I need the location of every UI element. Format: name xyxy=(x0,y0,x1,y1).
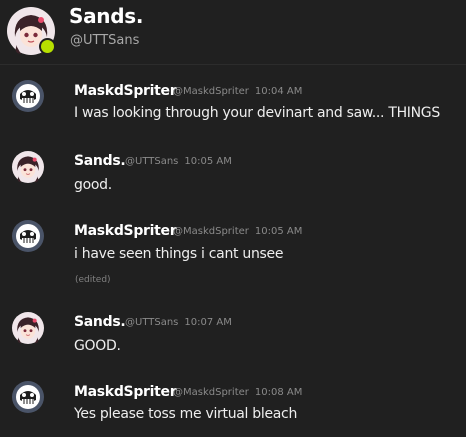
skull-avatar[interactable] xyxy=(12,381,44,413)
message-text: i have seen things i cant unsee xyxy=(74,246,284,262)
message-handle: @MaskdSpriter xyxy=(173,387,249,398)
message-text: GOOD. xyxy=(74,338,121,354)
message-meta: @UTTSans 10:05 AM xyxy=(125,156,232,167)
message-author[interactable]: Sands. xyxy=(74,314,126,330)
message-author[interactable]: Sands. xyxy=(74,153,126,169)
message-time: 10:08 AM xyxy=(254,387,303,398)
message-time: 10:05 AM xyxy=(184,156,232,167)
anime-girl-avatar[interactable] xyxy=(12,312,44,344)
message-meta: @MaskdSpriter 10:05 AM xyxy=(173,226,302,237)
header-divider xyxy=(0,64,466,65)
message-meta: @UTTSans 10:07 AM xyxy=(125,317,232,328)
message-author[interactable]: MaskdSpriter xyxy=(74,83,177,99)
online-status-icon xyxy=(39,38,56,55)
skull-avatar[interactable] xyxy=(12,80,44,112)
skull-avatar[interactable] xyxy=(12,220,44,252)
message-author[interactable]: MaskdSpriter xyxy=(74,223,177,239)
message-author[interactable]: MaskdSpriter xyxy=(74,384,177,400)
message-text: Yes please toss me virtual bleach xyxy=(74,406,298,422)
message-text: I was looking through your devinart and … xyxy=(74,105,440,121)
dm-header: Sands. @UTTSans xyxy=(0,0,466,64)
message-text: good. xyxy=(74,177,112,193)
message-handle: @MaskdSpriter xyxy=(173,226,249,237)
message-handle: @MaskdSpriter xyxy=(173,86,249,97)
message-time: 10:07 AM xyxy=(184,317,232,328)
message-time: 10:05 AM xyxy=(254,226,303,237)
header-display-name: Sands. xyxy=(69,4,144,28)
edited-label: (edited) xyxy=(75,275,111,285)
anime-girl-avatar[interactable] xyxy=(12,151,44,183)
message-meta: @MaskdSpriter 10:04 AM xyxy=(173,86,302,97)
message-meta: @MaskdSpriter 10:08 AM xyxy=(173,387,302,398)
header-handle: @UTTSans xyxy=(70,33,140,48)
message-handle: @UTTSans xyxy=(125,156,179,167)
message-time: 10:04 AM xyxy=(254,86,303,97)
message-handle: @UTTSans xyxy=(125,317,179,328)
